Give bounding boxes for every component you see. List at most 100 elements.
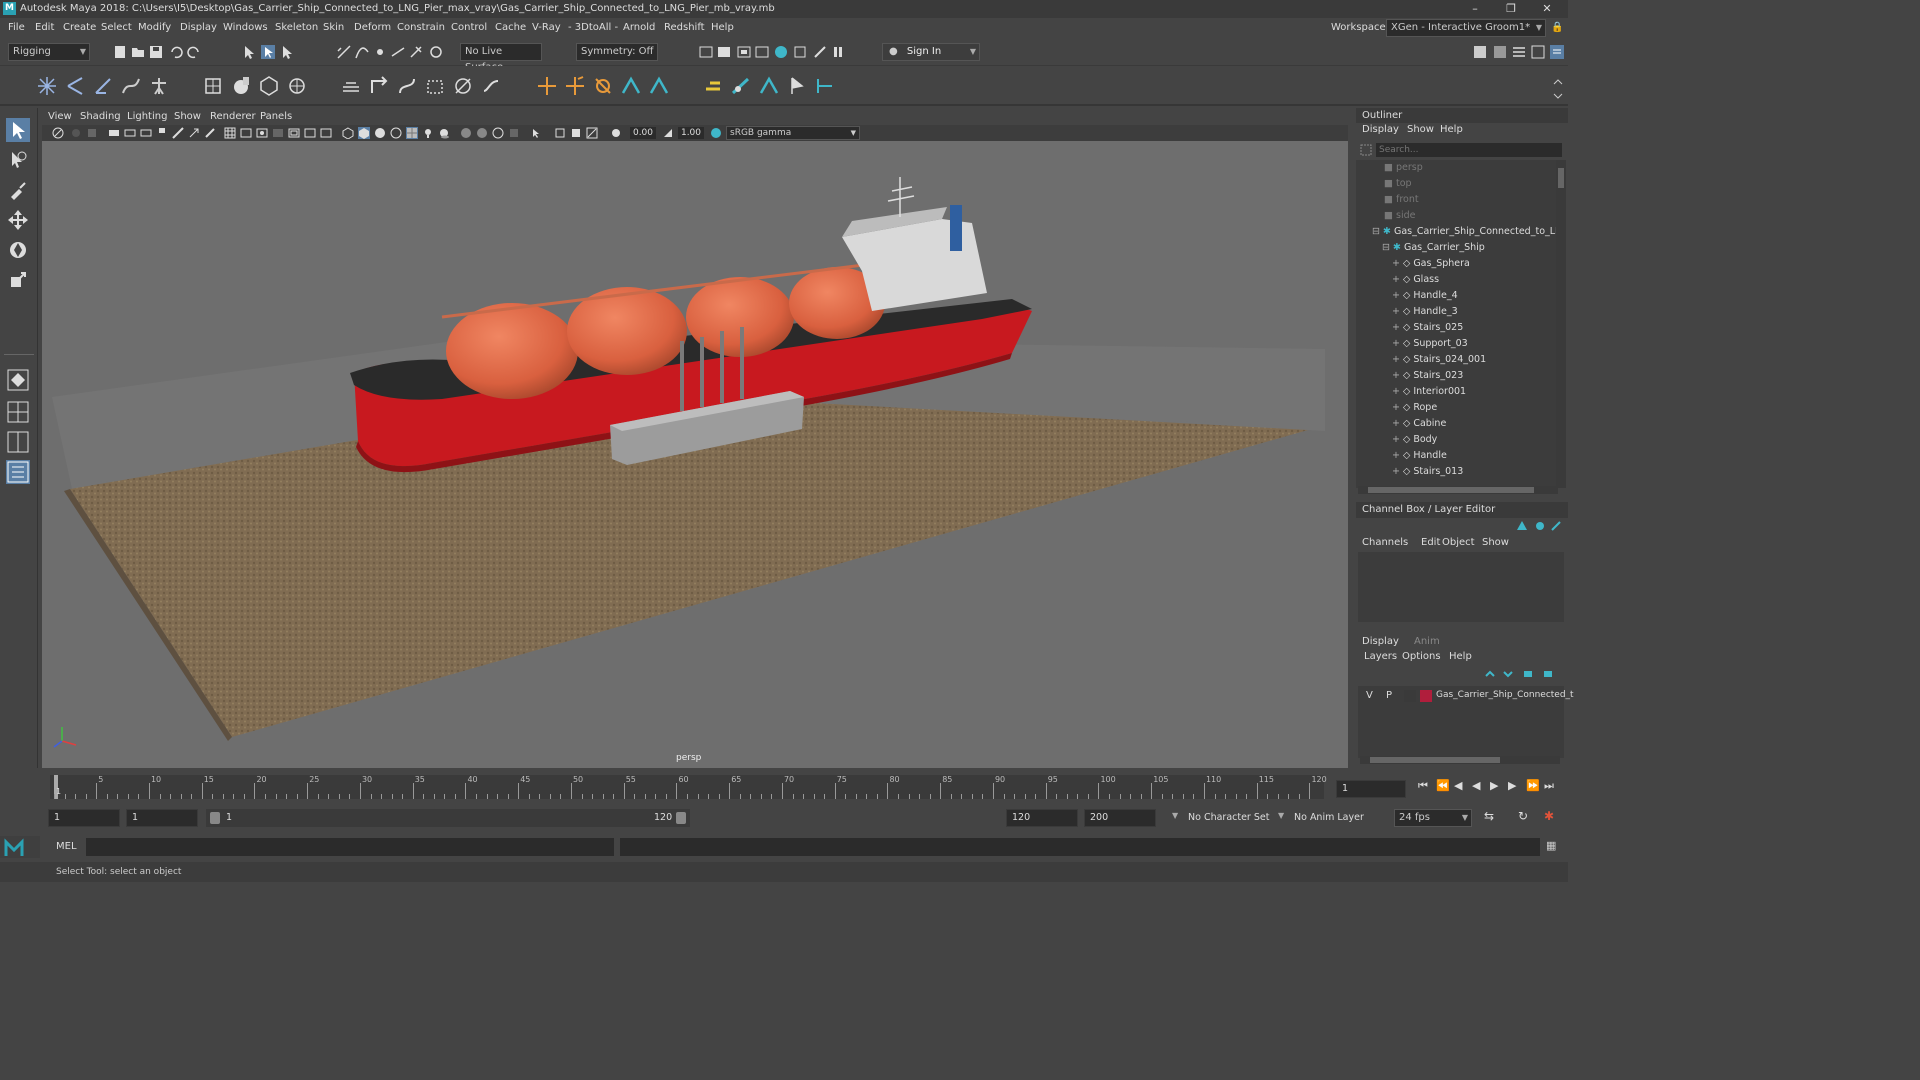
outliner-item-mesh[interactable]: + ◇ Cabine: [1392, 416, 1446, 432]
gamma-icon[interactable]: [662, 127, 674, 139]
channel-box-edit-icon[interactable]: [1550, 520, 1562, 532]
animation-preferences-icon[interactable]: ✱: [1544, 809, 1554, 823]
outliner-item-root[interactable]: ⊟ ✱ Gas_Carrier_Ship_Connected_to_LNG_: [1372, 224, 1556, 240]
wire-deformer-icon[interactable]: [396, 75, 418, 97]
collapse-icon[interactable]: ⊟: [1382, 242, 1393, 253]
attribute-editor-icon[interactable]: [1492, 44, 1508, 60]
new-layer-icon[interactable]: [1522, 668, 1534, 680]
channel-box-toggle-icon[interactable]: [1530, 44, 1546, 60]
tangent-constraint-icon[interactable]: [814, 75, 836, 97]
depth-of-field-icon[interactable]: [508, 127, 520, 139]
ik-handle-icon[interactable]: [92, 75, 114, 97]
exposure-field[interactable]: 0.00: [630, 127, 656, 139]
menu-create[interactable]: Create: [63, 18, 96, 38]
lock-icon[interactable]: 🔒: [1551, 18, 1563, 38]
menu-constrain[interactable]: Constrain: [397, 18, 445, 38]
wireframe-on-shaded-icon[interactable]: [374, 127, 386, 139]
layer-menu-options[interactable]: Options: [1402, 651, 1441, 662]
layer-row[interactable]: V P Gas_Carrier_Ship_Connected_t: [1358, 688, 1574, 704]
panel-menu-view[interactable]: View: [48, 109, 72, 125]
outliner-item-mesh[interactable]: + ◇ Handle_4: [1392, 288, 1458, 304]
aim-constraint-icon[interactable]: [620, 75, 642, 97]
redo-icon[interactable]: [186, 44, 202, 60]
scene-start-field[interactable]: 1: [48, 809, 120, 827]
lattice-icon[interactable]: [368, 75, 390, 97]
parent-constraint-icon[interactable]: [702, 75, 724, 97]
image-plane-icon[interactable]: [108, 127, 120, 139]
outliner-item-ship-group[interactable]: ⊟ ✱ Gas_Carrier_Ship: [1382, 240, 1485, 256]
fps-select[interactable]: 24 fps ▼: [1394, 809, 1472, 827]
outliner-item-side[interactable]: ■ side: [1384, 208, 1415, 224]
expand-icon[interactable]: +: [1392, 354, 1403, 365]
expand-icon[interactable]: +: [1392, 418, 1403, 429]
tool-settings-icon[interactable]: [1511, 44, 1527, 60]
scroll-thumb[interactable]: [1370, 757, 1500, 763]
current-frame-field[interactable]: 1: [1336, 780, 1406, 798]
snapshot-icon[interactable]: [188, 127, 200, 139]
multisample-aa-icon[interactable]: [492, 127, 504, 139]
xray-icon[interactable]: [390, 127, 402, 139]
menu-file[interactable]: File: [8, 18, 25, 38]
time-slider[interactable]: 1 5 10 15 20 25 30 35 40 45 50 55 60 65 70 75 80 85 90 95 1…: [42, 771, 1332, 801]
isolate-select-icon[interactable]: [530, 127, 542, 139]
paint-weights-icon[interactable]: [230, 75, 252, 97]
scale-tool-icon[interactable]: [6, 268, 30, 292]
select-tool-icon[interactable]: [6, 118, 30, 142]
layer-horizontal-scrollbar[interactable]: [1360, 756, 1560, 764]
minimize-button[interactable]: –: [1458, 0, 1492, 18]
menu-skeleton[interactable]: Skeleton: [275, 18, 318, 38]
bind-skin-icon[interactable]: [202, 75, 224, 97]
menu-skin[interactable]: Skin: [323, 18, 344, 38]
rotate-tool-icon[interactable]: [6, 238, 30, 262]
step-forward-frame-icon[interactable]: ▶: [1508, 779, 1516, 792]
panel-menu-shading[interactable]: Shading: [80, 109, 121, 125]
render-frame-icon[interactable]: [716, 44, 732, 60]
range-end-handle[interactable]: [676, 812, 686, 824]
view-transform-select[interactable]: sRGB gamma ▼: [726, 126, 860, 140]
outliner-item-mesh[interactable]: + ◇ Gas_Sphera: [1392, 256, 1470, 272]
playback-end-field[interactable]: 120: [1006, 809, 1078, 827]
single-perspective-layout-icon[interactable]: [6, 368, 30, 392]
motion-blur-icon[interactable]: [476, 127, 488, 139]
menu-deform[interactable]: Deform: [354, 18, 391, 38]
sculpt-deformer-icon[interactable]: [452, 75, 474, 97]
channel-box-settings-icon[interactable]: [1534, 520, 1546, 532]
field-chart-icon[interactable]: [288, 127, 300, 139]
exposure-icon[interactable]: [610, 127, 622, 139]
hud-icon[interactable]: [586, 127, 598, 139]
ik-spline-icon[interactable]: [120, 75, 142, 97]
scene-end-field[interactable]: 200: [1084, 809, 1156, 827]
new-layer-selected-icon[interactable]: [1542, 668, 1554, 680]
resolution-gate-icon[interactable]: [256, 127, 268, 139]
two-view-layout-icon[interactable]: [6, 430, 30, 454]
layer-name[interactable]: Gas_Carrier_Ship_Connected_t: [1436, 690, 1574, 700]
outliner-item-mesh[interactable]: + ◇ Stairs_013: [1392, 464, 1463, 480]
gate-mask-icon[interactable]: [272, 127, 284, 139]
vray-render-icon[interactable]: [773, 44, 789, 60]
menu-modify[interactable]: Modify: [138, 18, 171, 38]
bookmark-flag-icon[interactable]: [156, 127, 168, 139]
new-scene-icon[interactable]: [112, 44, 128, 60]
layer-playback-toggle[interactable]: P: [1386, 690, 1392, 701]
scroll-thumb[interactable]: [1558, 168, 1564, 188]
snap-view-plane-icon[interactable]: [390, 44, 406, 60]
workspace-select[interactable]: XGen - Interactive Groom1* ▼: [1386, 19, 1546, 37]
mirror-weights-icon[interactable]: [258, 75, 280, 97]
outliner-item-mesh[interactable]: + ◇ Glass: [1392, 272, 1439, 288]
menu-cache[interactable]: Cache: [495, 18, 526, 38]
go-to-start-icon[interactable]: ⏮: [1418, 779, 1428, 793]
expand-icon[interactable]: +: [1392, 322, 1403, 333]
layer-visibility-toggle[interactable]: V: [1366, 690, 1373, 701]
hypershade-icon[interactable]: [792, 44, 808, 60]
layer-editor-toggle-icon[interactable]: [1549, 44, 1565, 60]
play-forward-icon[interactable]: ▶: [1490, 779, 1498, 792]
panel-menu-renderer[interactable]: Renderer: [210, 109, 256, 125]
outliner-item-mesh[interactable]: + ◇ Support_03: [1392, 336, 1468, 352]
render-view-icon[interactable]: [698, 44, 714, 60]
expand-icon[interactable]: +: [1392, 386, 1403, 397]
outliner-item-mesh[interactable]: + ◇ Handle: [1392, 448, 1447, 464]
outliner-menu-display[interactable]: Display: [1362, 124, 1399, 135]
xray-joints-icon[interactable]: [554, 127, 566, 139]
menu-set-select[interactable]: Rigging ▼: [8, 43, 90, 61]
use-all-lights-icon[interactable]: [422, 127, 434, 139]
